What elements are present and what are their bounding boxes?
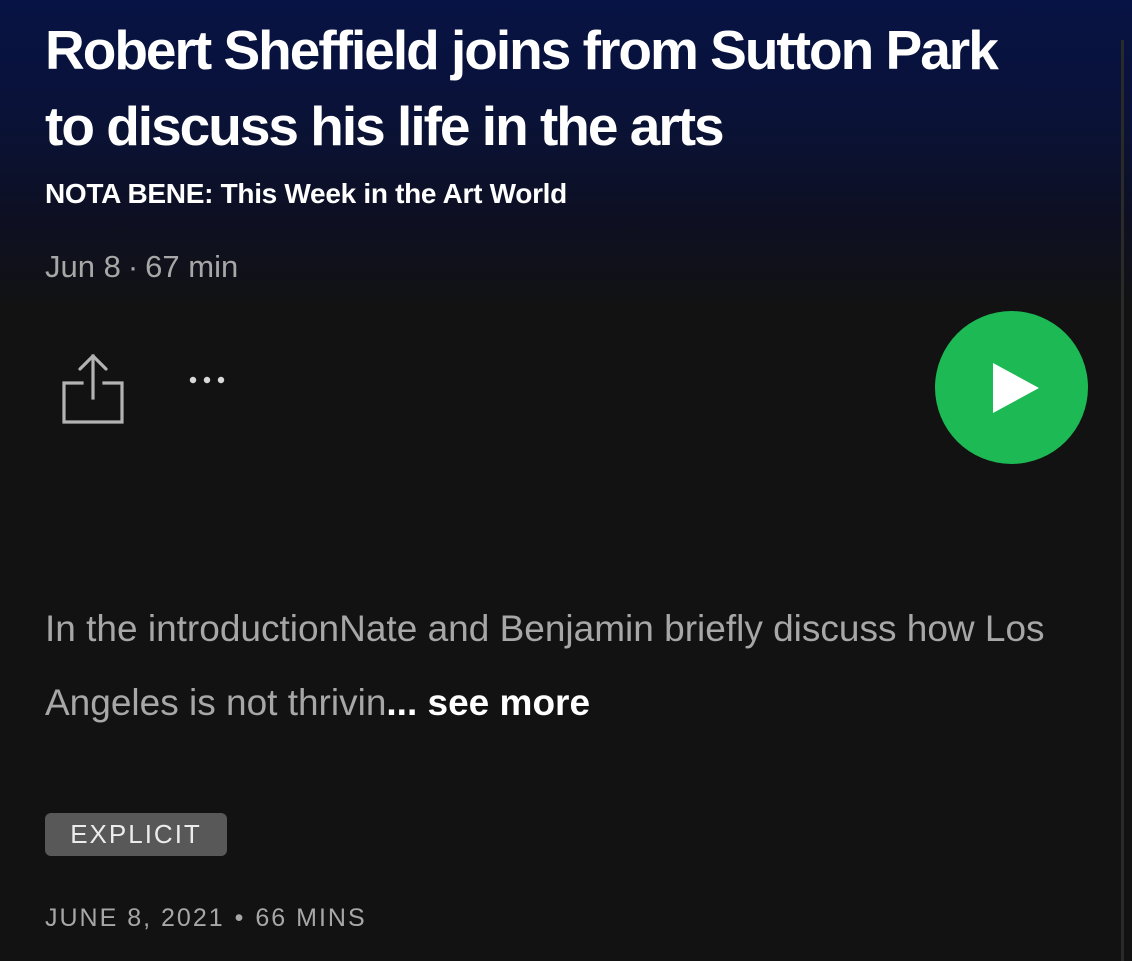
episode-description: In the introductionNate and Benjamin bri… [45,592,1090,740]
play-icon [993,363,1039,413]
episode-date: Jun 8 [45,249,121,284]
play-button[interactable] [935,311,1088,464]
release-info: JUNE 8, 2021 • 66 MINS [45,904,367,933]
episode-meta: Jun 8 · 67 min [45,249,238,285]
scroll-indicator [1121,40,1124,961]
show-name-link[interactable]: NOTA BENE: This Week in the Art World [45,178,567,210]
share-button[interactable] [61,350,125,428]
episode-title: Robert Sheffield joins from Sutton Park … [45,19,999,157]
more-options-button[interactable] [185,362,245,398]
more-options-icon [189,376,225,384]
episode-duration: 67 min [145,249,239,284]
explicit-badge: EXPLICIT [45,813,227,856]
description-ellipsis: ... [386,682,418,723]
release-date: JUNE 8, 2021 [45,904,225,932]
meta-separator: · [127,249,139,284]
release-duration: 66 MINS [255,904,367,932]
share-icon [62,354,124,424]
release-separator: • [234,904,246,932]
see-more-link[interactable]: see more [428,682,591,723]
